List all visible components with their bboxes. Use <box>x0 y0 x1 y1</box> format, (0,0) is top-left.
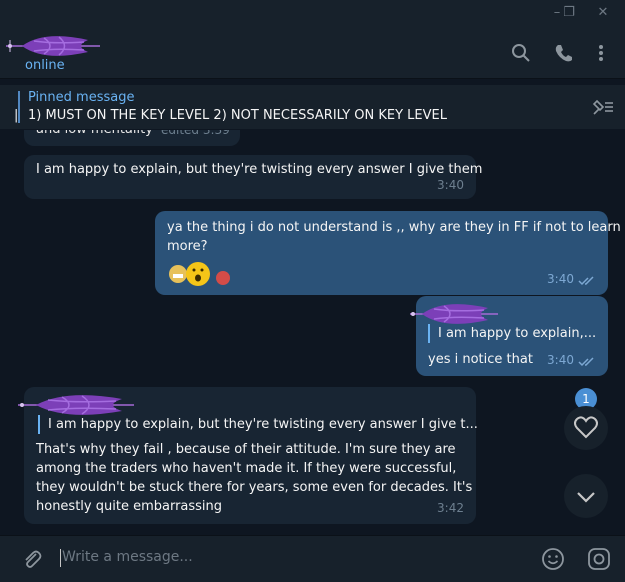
heart-icon <box>574 416 598 439</box>
red-circle-reaction <box>216 271 230 285</box>
message-text: yes i notice that <box>428 352 533 367</box>
pinned-title: Pinned message <box>28 90 135 105</box>
message-edited-time: edited 3:39 <box>161 130 230 137</box>
message-bubble-incoming[interactable]: I am happy to explain, but they're twist… <box>24 155 482 199</box>
open-mouth-emoji <box>186 262 210 286</box>
message-time: 3:40 <box>547 272 574 286</box>
unpin-list-icon[interactable] <box>591 97 615 117</box>
search-icon[interactable] <box>510 42 532 64</box>
message-list[interactable]: and low mentality edited 3:39 I am happy… <box>0 130 625 535</box>
chat-header: online <box>0 26 625 79</box>
message-text-line: That's why they fail , because of their … <box>36 442 456 457</box>
phone-icon[interactable] <box>553 42 575 64</box>
message-bubble-incoming-reply[interactable]: I am happy to explain, but they're twist… <box>18 387 478 524</box>
pinned-prefix: | <box>14 108 19 123</box>
message-time: 3:40 <box>547 353 574 367</box>
message-text: I am happy to explain, but they're twist… <box>36 162 483 177</box>
message-time: 3:42 <box>437 501 464 515</box>
message-bubble-partial[interactable]: and low mentality edited 3:39 <box>24 130 240 146</box>
message-text-line: honestly quite embarrassing <box>36 499 223 514</box>
message-input[interactable]: Write a message... <box>62 549 193 565</box>
window-titlebar: – ❐ ✕ <box>0 0 625 26</box>
pinned-message-bar[interactable]: Pinned message | 1) MUST ON THE KEY LEVE… <box>0 85 625 129</box>
reply-quote[interactable]: I am happy to explain,... <box>428 324 596 343</box>
message-text-line: among the traders who haven't made it. I… <box>36 461 457 476</box>
message-bubble-outgoing[interactable]: ya the thing i do not understand is ,, w… <box>155 211 621 295</box>
more-vertical-icon[interactable] <box>590 42 612 64</box>
chat-title-umbrella-art[interactable] <box>4 32 104 60</box>
message-bubble-outgoing-reply[interactable]: I am happy to explain,... yes i notice t… <box>410 296 608 376</box>
message-text-line: they wouldn't be stuck there for years, … <box>36 480 473 495</box>
camera-icon[interactable] <box>586 546 612 572</box>
emoji-icon[interactable] <box>540 546 566 572</box>
message-composer: Write a message... <box>0 535 625 582</box>
close-button[interactable]: ✕ <box>592 3 614 23</box>
scroll-down-button[interactable] <box>564 474 608 518</box>
pinned-text: 1) MUST ON THE KEY LEVEL 2) NOT NECESSAR… <box>28 108 447 123</box>
reply-quote[interactable]: I am happy to explain, but they're twist… <box>38 415 478 434</box>
chat-status: online <box>25 58 65 73</box>
message-text-line: more? <box>167 239 208 254</box>
message-text: and low mentality <box>36 130 153 139</box>
maximize-button[interactable]: ❐ <box>558 3 580 23</box>
reaction-row[interactable] <box>167 261 231 287</box>
reactions-jump-button[interactable] <box>564 406 608 450</box>
message-text-line: ya the thing i do not understand is ,, w… <box>167 220 621 235</box>
double-check-icon <box>578 276 594 286</box>
text-caret <box>60 549 61 567</box>
message-time: 3:40 <box>437 178 464 192</box>
paperclip-icon[interactable] <box>20 548 44 572</box>
message-body: That's why they fail , because of their … <box>36 440 472 516</box>
chevron-down-icon <box>577 492 595 503</box>
double-check-icon <box>578 357 594 367</box>
